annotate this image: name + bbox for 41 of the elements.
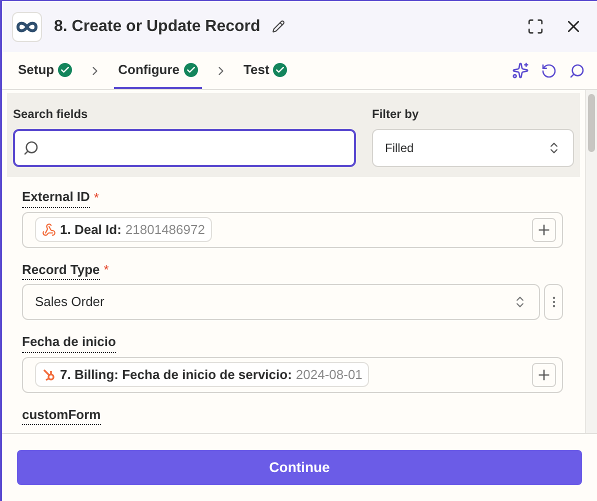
data-chip[interactable]: 1. Deal Id: 21801486972 [35, 216, 212, 242]
add-button[interactable] [532, 218, 556, 242]
window-title: 8. Create or Update Record [54, 16, 260, 36]
mapped-field[interactable]: 1. Deal Id: 21801486972 [22, 212, 563, 248]
field-label: Fecha de inicio [22, 332, 116, 352]
check-icon [273, 62, 288, 76]
search-icon [23, 140, 39, 156]
field-label: Record Type [22, 260, 100, 280]
hub-icon [42, 368, 56, 382]
filter-label: Filter by [372, 106, 420, 123]
search-label: Search fields [13, 106, 89, 123]
chip-label: 7. Billing: Fecha de inicio de servicio: [60, 366, 292, 384]
scrollbar[interactable] [585, 90, 597, 433]
search-icon[interactable] [569, 62, 585, 78]
required-mark: * [104, 261, 109, 279]
chip-value: 21801486972 [125, 220, 205, 239]
chip-value: 2024-08-01 [296, 366, 362, 384]
add-button[interactable] [532, 362, 556, 386]
mapped-field[interactable]: 7. Billing: Fecha de inicio de servicio: 2024-08-01 [22, 356, 563, 392]
step-tab[interactable]: Test [240, 52, 292, 89]
expand-icon[interactable] [527, 18, 544, 35]
webhook-icon [42, 222, 56, 236]
field-label: External ID [22, 187, 90, 208]
select-field[interactable]: Sales Order [22, 284, 540, 320]
edit-icon[interactable] [272, 20, 286, 33]
logo-icon [16, 20, 38, 32]
undo-icon[interactable] [541, 62, 557, 78]
plus-icon [536, 222, 552, 238]
continue-button[interactable]: Continue [17, 450, 582, 485]
sparkle-icon[interactable] [512, 62, 529, 79]
field-label: customForm [22, 404, 101, 425]
filter-select[interactable]: Filled [372, 129, 574, 167]
step-tab[interactable]: Setup [14, 52, 76, 89]
check-icon [184, 62, 198, 76]
search-field[interactable] [13, 129, 356, 167]
plus-icon [536, 366, 552, 382]
chip-label: 1. Deal Id: [60, 220, 122, 239]
data-chip[interactable]: 7. Billing: Fecha de inicio de servicio: 2024-08-01 [35, 362, 370, 388]
required-mark: * [94, 188, 99, 206]
check-icon [58, 62, 72, 76]
step-tab[interactable]: Configure [114, 52, 202, 89]
